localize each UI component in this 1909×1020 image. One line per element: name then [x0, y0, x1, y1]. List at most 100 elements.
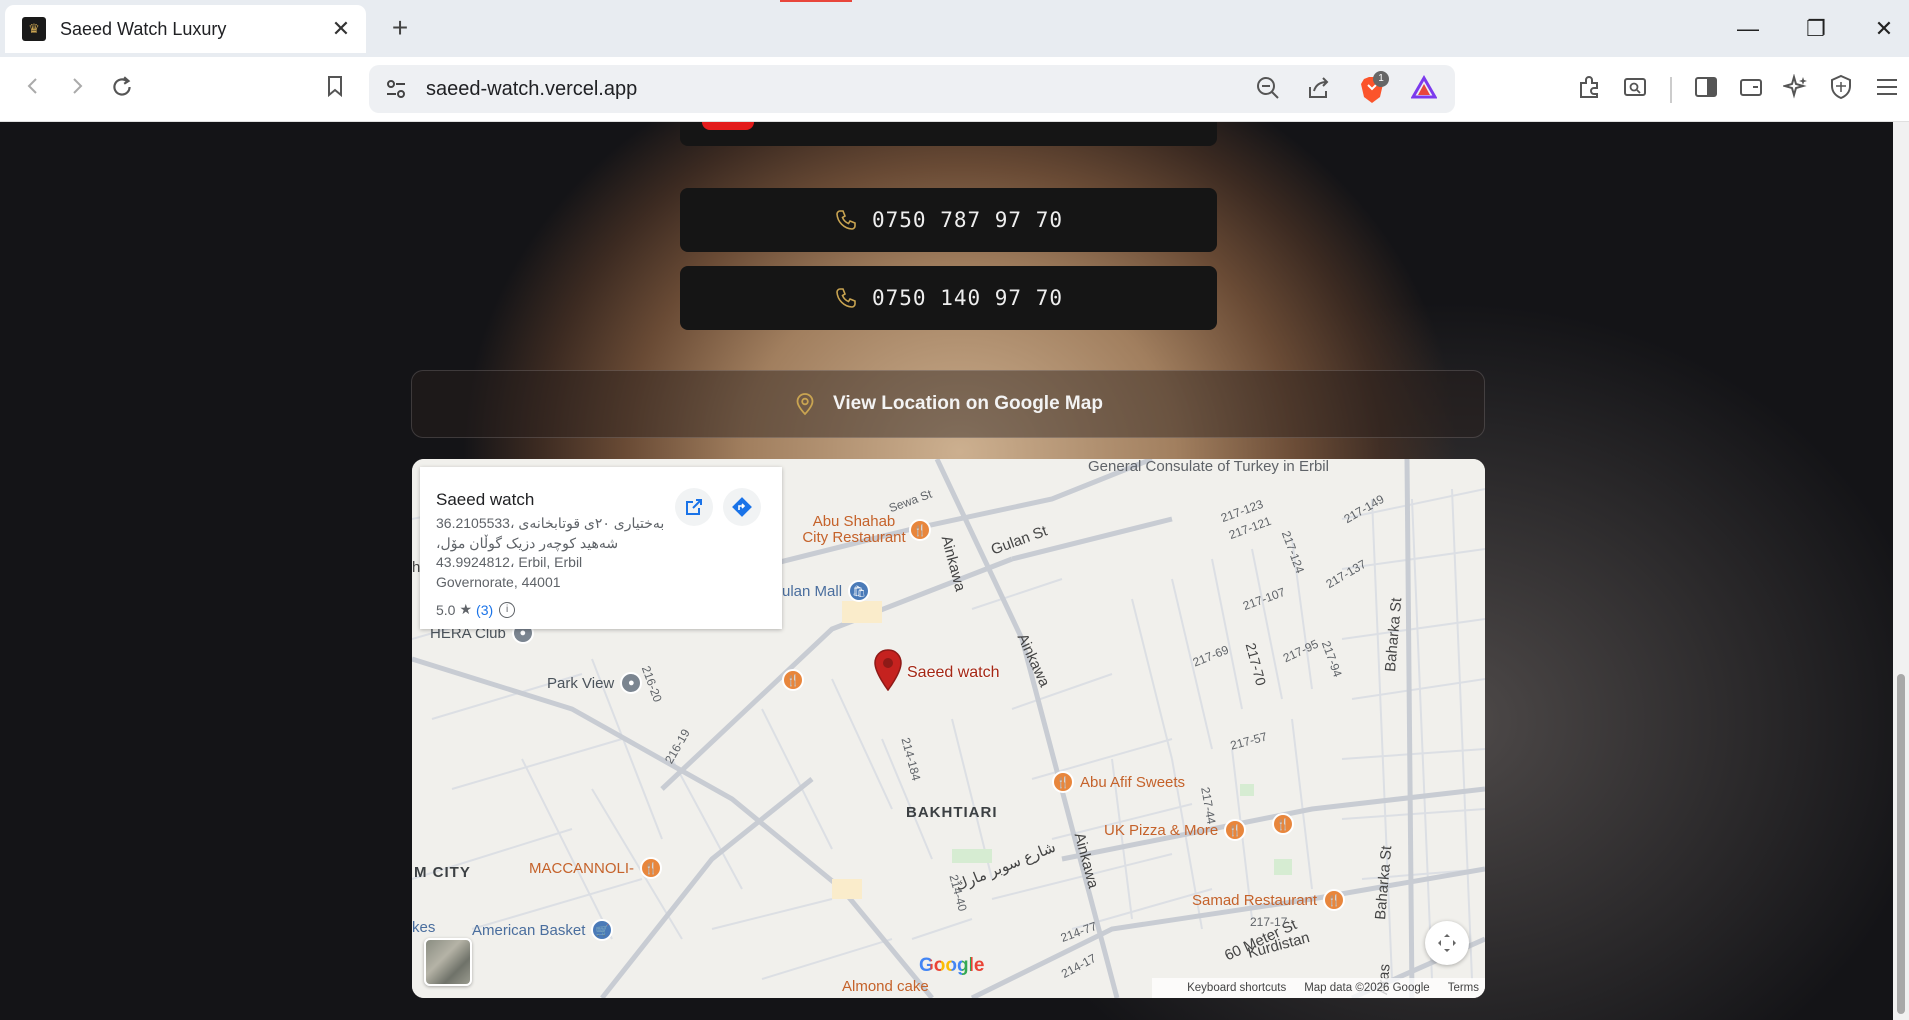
fullscreen-icon: [1438, 934, 1456, 952]
poi-label: MACCANNOLI-: [529, 859, 635, 877]
forward-icon[interactable]: [61, 74, 93, 106]
url-text[interactable]: saeed-watch.vercel.app: [426, 78, 637, 101]
poi-park-view[interactable]: Park View ●: [547, 672, 643, 694]
place-rating: 5.0 ★ (3) i: [436, 601, 516, 618]
brave-shields-icon[interactable]: 1: [1357, 71, 1389, 105]
road-217-17: 217-17: [1250, 915, 1288, 929]
m-city-label: M CITY: [414, 864, 471, 881]
phone-number: 0750 787 97 70: [871, 208, 1063, 232]
tab-title: Saeed Watch Luxury: [60, 18, 227, 39]
fullscreen-button[interactable]: [1425, 921, 1469, 965]
phone-button-1[interactable]: 0750 787 97 70: [680, 188, 1217, 252]
star-icon: ★: [459, 601, 473, 617]
info-icon[interactable]: i: [499, 601, 516, 618]
shopping-cart-icon: 🛒: [591, 919, 614, 941]
browser-toolbar: saeed-watch.vercel.app 1: [0, 57, 1909, 122]
restaurant-icon: 🍴: [782, 669, 804, 691]
view-location-button[interactable]: View Location on Google Map: [411, 370, 1485, 438]
new-tab-button[interactable]: +: [385, 13, 415, 43]
restaurant-icon: 🍴: [1272, 813, 1294, 835]
map-attribution: Keyboard shortcuts Map data ©2026 Google…: [1152, 978, 1485, 998]
address-bar[interactable]: saeed-watch.vercel.app 1: [369, 65, 1455, 113]
search-tabs-icon[interactable]: [1619, 74, 1651, 106]
keyboard-shortcuts-link[interactable]: Keyboard shortcuts: [1187, 982, 1286, 994]
directions-button[interactable]: [723, 488, 761, 526]
open-in-maps-button[interactable]: [675, 488, 713, 526]
zoom-out-icon[interactable]: [1253, 75, 1283, 105]
phone-number: 0750 140 97 70: [871, 286, 1063, 310]
poi-label: ulan Mall: [782, 582, 843, 600]
poi-restaurant[interactable]: 🍴: [782, 669, 804, 691]
google-map[interactable]: General Consulate of Turkey in Erbil Sew…: [412, 459, 1485, 998]
review-count-link[interactable]: (3): [476, 602, 493, 618]
tab-close-icon[interactable]: ✕: [326, 16, 356, 42]
map-pin-icon: [796, 393, 814, 416]
map-marker-icon[interactable]: [873, 649, 903, 691]
consulate-label: General Consulate of Turkey in Erbil: [1088, 459, 1329, 475]
restaurant-icon: 🍴: [1052, 771, 1074, 793]
phone-icon: [836, 210, 856, 230]
bakhtiari-label: BAKHTIARI: [906, 804, 998, 821]
restaurant-icon: 🍴: [1323, 889, 1346, 911]
page-scrollbar[interactable]: [1893, 122, 1909, 1020]
favicon-icon: ♛: [22, 17, 46, 41]
back-icon[interactable]: [17, 74, 49, 106]
brave-badge: 1: [1373, 71, 1389, 87]
close-window-button[interactable]: ✕: [1869, 14, 1899, 44]
loading-indicator: [780, 0, 852, 2]
view-location-label: View Location on Google Map: [833, 393, 1103, 414]
vpn-icon[interactable]: [1825, 74, 1857, 106]
restore-button[interactable]: ❐: [1801, 14, 1831, 44]
phone-icon: [836, 288, 856, 308]
poi-label: American Basket: [472, 921, 586, 939]
poi-gulan-mall[interactable]: ulan Mall 🛍: [782, 580, 871, 602]
external-link-icon: [686, 499, 702, 515]
poi-abu-shahab[interactable]: Abu Shahab City Restaurant 🍴: [799, 514, 931, 546]
poi-label: UK Pizza & More: [1104, 821, 1219, 839]
social-accent: [702, 122, 754, 130]
scrollbar-thumb[interactable]: [1897, 674, 1905, 1014]
reload-icon[interactable]: [106, 74, 138, 106]
map-data-text: Map data ©2026 Google: [1304, 982, 1430, 994]
satellite-toggle[interactable]: [424, 938, 472, 986]
poi-almond-cake[interactable]: Almond cake: [842, 978, 929, 995]
site-settings-icon[interactable]: [383, 76, 409, 102]
poi-samad[interactable]: Samad Restaurant 🍴: [1192, 889, 1346, 911]
leo-ai-icon[interactable]: [1780, 73, 1812, 106]
place-info-card: Saeed watch 36.2105533، بەختیاری ٢٠ی قوت…: [420, 467, 782, 629]
poi-label: Park View: [547, 674, 615, 692]
sidebar-icon[interactable]: [1690, 74, 1722, 106]
phone-button-2[interactable]: 0750 140 97 70: [680, 266, 1217, 330]
tab-bar: ♛ Saeed Watch Luxury ✕ + — ❐ ✕: [0, 0, 1909, 57]
directions-icon: [732, 497, 752, 517]
google-logo: Google: [919, 955, 984, 977]
share-icon[interactable]: [1304, 75, 1334, 105]
social-button[interactable]: [680, 122, 1217, 146]
place-address: 36.2105533، بەختیاری ٢٠ی قوتابخانەی شەهی…: [436, 515, 665, 590]
shopping-icon: 🛍: [848, 580, 871, 602]
wallet-icon[interactable]: [1735, 74, 1767, 106]
poi-label: Abu Afif Sweets: [1080, 773, 1186, 791]
place-icon: ●: [620, 672, 643, 694]
kes-label: kes: [412, 919, 436, 936]
brave-rewards-icon[interactable]: [1409, 75, 1439, 105]
poi-american-basket[interactable]: American Basket 🛒: [472, 919, 614, 941]
poi-abu-afif[interactable]: 🍴 Abu Afif Sweets: [1052, 771, 1185, 793]
restaurant-icon: 🍴: [909, 519, 931, 541]
poi-label: Samad Restaurant: [1192, 891, 1318, 909]
menu-icon[interactable]: [1871, 74, 1903, 106]
place-name: Saeed watch: [436, 490, 535, 509]
google-logo-text: Google: [919, 955, 985, 976]
poi-uk-pizza[interactable]: UK Pizza & More 🍴: [1104, 819, 1247, 841]
poi-label: Abu Shahab City Restaurant: [802, 513, 906, 546]
browser-tab[interactable]: ♛ Saeed Watch Luxury ✕: [5, 5, 366, 53]
poi-maccannoli[interactable]: MACCANNOLI- 🍴: [529, 857, 663, 879]
extensions-icon[interactable]: [1574, 74, 1606, 106]
minimize-button[interactable]: —: [1733, 14, 1763, 44]
toolbar-divider: [1670, 77, 1672, 103]
terms-link[interactable]: Terms: [1448, 982, 1479, 994]
bookmark-icon[interactable]: [319, 74, 351, 106]
page-content: 0750 787 97 70 0750 140 97 70 View Locat…: [0, 122, 1893, 1020]
poi-restaurant-2[interactable]: 🍴: [1272, 813, 1294, 835]
restaurant-icon: 🍴: [1224, 819, 1247, 841]
